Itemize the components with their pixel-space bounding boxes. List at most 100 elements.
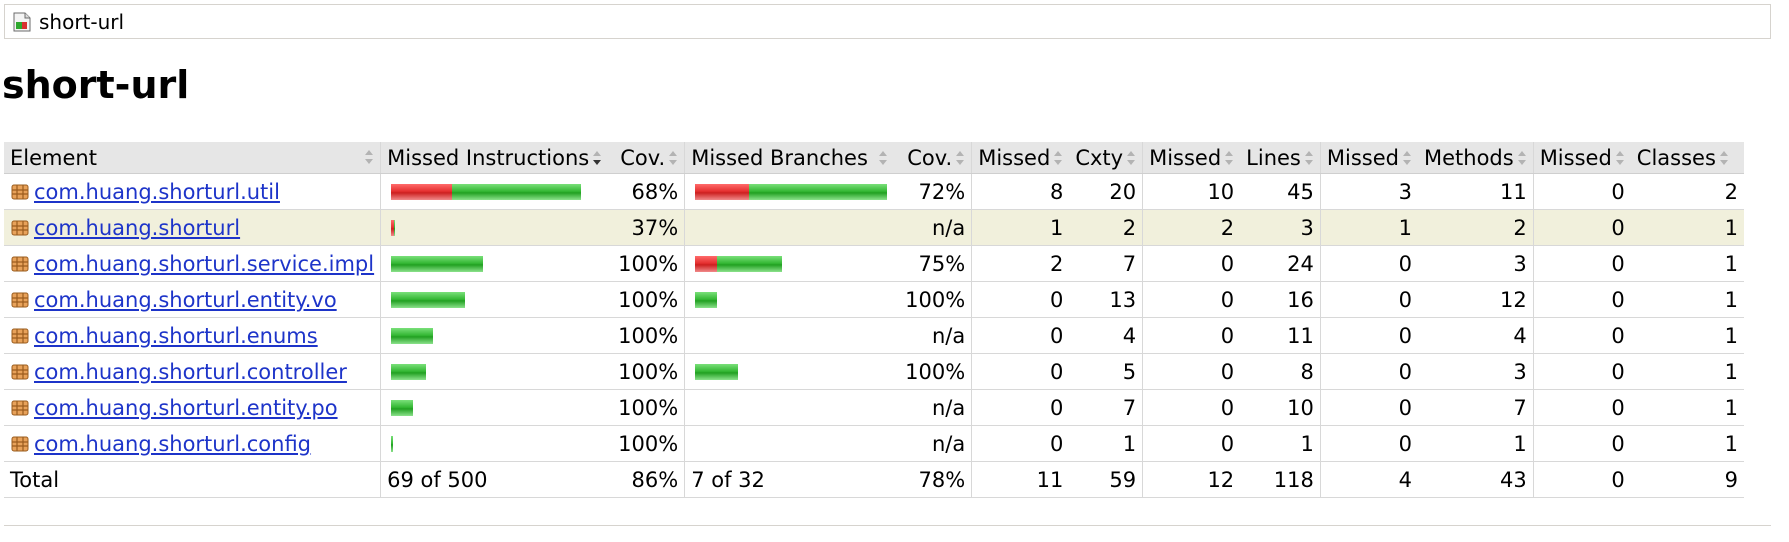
methods-cell: 2 — [1417, 209, 1534, 246]
instructions-coverage-cell: 100% — [608, 353, 685, 390]
missed-methods-cell: 3 — [1319, 173, 1418, 210]
lines-cell: 1 — [1240, 425, 1321, 462]
instructions-coverage-bar — [391, 399, 602, 416]
classes-cell: 1 — [1630, 425, 1744, 462]
methods-cell: 1 — [1417, 425, 1534, 462]
package-link[interactable]: com.huang.shorturl.enums — [34, 324, 318, 348]
sort-icon — [1053, 150, 1063, 166]
column-header-lines[interactable]: Lines — [1240, 142, 1321, 174]
column-header-missed-branches[interactable]: Missed Branches — [684, 142, 896, 174]
package-link[interactable]: com.huang.shorturl — [34, 216, 240, 240]
missed-complexity-cell: 0 — [971, 281, 1070, 318]
column-header-classes[interactable]: Classes — [1630, 142, 1744, 174]
column-header-methods[interactable]: Methods — [1417, 142, 1534, 174]
instructions-coverage-cell: 100% — [608, 317, 685, 354]
complexity-cell: 5 — [1069, 353, 1143, 390]
package-link[interactable]: com.huang.shorturl.entity.po — [34, 396, 338, 420]
missed-complexity-cell: 8 — [971, 173, 1070, 210]
branches-coverage-bar — [695, 400, 889, 416]
session-report-icon — [13, 12, 31, 32]
missed-instructions-cell — [380, 353, 609, 390]
breadcrumb: short-url — [4, 4, 1771, 39]
sort-icon — [364, 149, 374, 165]
element-cell: com.huang.shorturl.controller — [4, 353, 381, 390]
branches-coverage-bar — [695, 220, 889, 236]
missed-complexity-cell: 0 — [971, 317, 1070, 354]
table-row: com.huang.shorturl.entity.vo 100% 100% 0 13 0… — [4, 281, 1744, 318]
classes-cell: 1 — [1630, 353, 1744, 390]
sort-icon — [1224, 150, 1234, 166]
lines-cell: 24 — [1240, 245, 1321, 282]
branches-coverage-cell: n/a — [895, 209, 972, 246]
page-title: short-url — [2, 63, 190, 107]
package-link[interactable]: com.huang.shorturl.config — [34, 432, 311, 456]
package-link[interactable]: com.huang.shorturl.util — [34, 180, 280, 204]
sort-icon — [1402, 150, 1412, 166]
missed-lines-cell: 0 — [1142, 317, 1241, 354]
column-header-missed-classes[interactable]: Missed — [1532, 142, 1631, 174]
package-icon — [10, 398, 30, 418]
package-link[interactable]: com.huang.shorturl.entity.vo — [34, 288, 337, 312]
missed-branches-cell — [684, 389, 896, 426]
missed-lines-cell: 0 — [1142, 245, 1241, 282]
lines-cell: 16 — [1240, 281, 1321, 318]
column-header-instructions-coverage[interactable]: Cov. — [608, 142, 685, 174]
instructions-coverage-bar — [391, 435, 602, 452]
sort-icon — [1719, 150, 1729, 166]
missed-complexity-cell: 1 — [971, 209, 1070, 246]
column-header-element[interactable]: Element — [4, 142, 381, 174]
complexity-cell: 1 — [1069, 425, 1143, 462]
element-cell: com.huang.shorturl — [4, 209, 381, 246]
column-header-branches-coverage[interactable]: Cov. — [895, 142, 972, 174]
instructions-coverage-cell: 100% — [608, 281, 685, 318]
instructions-coverage-bar — [391, 327, 602, 344]
missed-classes-cell: 0 — [1532, 317, 1631, 354]
branches-coverage-bar — [695, 183, 889, 200]
package-icon — [10, 290, 30, 310]
instructions-coverage-cell: 100% — [608, 389, 685, 426]
table-row: com.huang.shorturl.enums 100% n/a 0 4 0 11 0 4 0 1 — [4, 317, 1744, 354]
footer-divider — [4, 525, 1771, 526]
missed-complexity-cell: 2 — [971, 245, 1070, 282]
column-header-missed-complexity[interactable]: Missed — [971, 142, 1070, 174]
instructions-coverage-bar — [391, 363, 602, 380]
breadcrumb-label: short-url — [39, 9, 125, 34]
missed-classes-cell: 0 — [1532, 389, 1631, 426]
missed-methods-cell: 0 — [1319, 245, 1418, 282]
package-link[interactable]: com.huang.shorturl.service.impl — [34, 252, 374, 276]
branches-coverage-cell: n/a — [895, 389, 972, 426]
missed-branches-cell — [684, 425, 896, 462]
column-header-missed-methods[interactable]: Missed — [1319, 142, 1418, 174]
branches-coverage-bar — [695, 436, 889, 452]
table-row: com.huang.shorturl.util 68% 72% 8 20 10 45 3 11 0… — [4, 173, 1744, 210]
missed-classes-cell: 0 — [1532, 353, 1631, 390]
column-header-missed-instructions[interactable]: Missed Instructions — [380, 142, 609, 174]
instructions-coverage-bar — [391, 183, 602, 200]
branches-covered-bar — [695, 291, 718, 308]
classes-cell: 1 — [1630, 209, 1744, 246]
sort-descending-icon — [592, 150, 602, 166]
instructions-coverage-cell: 100% — [608, 245, 685, 282]
missed-branches-cell — [684, 245, 896, 282]
lines-cell: 3 — [1240, 209, 1321, 246]
column-header-complexity[interactable]: Cxty — [1069, 142, 1143, 174]
missed-lines-cell: 0 — [1142, 353, 1241, 390]
column-header-missed-lines[interactable]: Missed — [1142, 142, 1241, 174]
missed-instructions-cell — [380, 389, 609, 426]
missed-methods-cell: 0 — [1319, 281, 1418, 318]
total-missed-classes: 0 — [1532, 461, 1631, 498]
branches-coverage-cell: 100% — [895, 353, 972, 390]
missed-instructions-cell — [380, 209, 609, 246]
total-classes: 9 — [1630, 461, 1744, 498]
lines-cell: 8 — [1240, 353, 1321, 390]
methods-cell: 12 — [1417, 281, 1534, 318]
missed-methods-cell: 1 — [1319, 209, 1418, 246]
header-row: Element Missed Instructions Cov. Missed … — [4, 142, 1744, 174]
missed-instructions-cell — [380, 245, 609, 282]
complexity-cell: 13 — [1069, 281, 1143, 318]
methods-cell: 3 — [1417, 245, 1534, 282]
package-link[interactable]: com.huang.shorturl.controller — [34, 360, 347, 384]
table-row: com.huang.shorturl.entity.po 100% n/a 0 7 0 10… — [4, 389, 1744, 426]
methods-cell: 4 — [1417, 317, 1534, 354]
total-missed-lines: 12 — [1142, 461, 1241, 498]
